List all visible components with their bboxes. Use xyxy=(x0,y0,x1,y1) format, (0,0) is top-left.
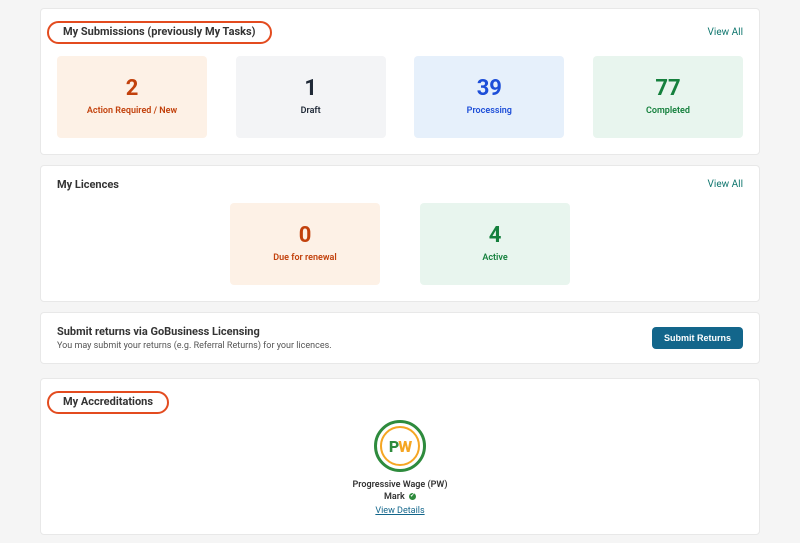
tile-label: Completed xyxy=(646,106,690,117)
tile-label: Processing xyxy=(467,106,512,117)
accreditations-title: My Accreditations xyxy=(63,395,153,408)
submissions-tiles: 2 Action Required / New 1 Draft 39 Proce… xyxy=(57,56,743,138)
licences-title: My Licences xyxy=(57,178,119,191)
licences-header: My Licences View All xyxy=(57,178,743,191)
returns-text: Submit returns via GoBusiness Licensing … xyxy=(57,325,332,351)
tile-due-renewal[interactable]: 0 Due for renewal xyxy=(230,203,380,285)
tile-count: 2 xyxy=(126,78,139,100)
returns-title: Submit returns via GoBusiness Licensing xyxy=(57,325,332,338)
submissions-panel: My Submissions (previously My Tasks) Vie… xyxy=(40,8,760,155)
accreditation-item: PW Progressive Wage (PW) Mark View Detai… xyxy=(57,420,743,516)
highlight-oval-submissions: My Submissions (previously My Tasks) xyxy=(47,21,272,44)
licences-panel: My Licences View All 0 Due for renewal 4… xyxy=(40,165,760,302)
accreditations-panel: My Accreditations PW Progressive Wage (P… xyxy=(40,378,760,535)
tile-draft[interactable]: 1 Draft xyxy=(236,56,386,138)
tile-action-required[interactable]: 2 Action Required / New xyxy=(57,56,207,138)
tile-count: 39 xyxy=(477,78,502,100)
highlight-oval-accreditations: My Accreditations xyxy=(47,391,169,414)
tile-count: 4 xyxy=(489,225,502,247)
tile-completed[interactable]: 77 Completed xyxy=(593,56,743,138)
pw-badge-text: PW xyxy=(389,437,411,456)
pw-mark-badge-icon: PW xyxy=(374,420,426,472)
tile-label: Draft xyxy=(301,106,321,117)
view-details-link[interactable]: View Details xyxy=(375,506,424,516)
tile-count: 1 xyxy=(304,78,317,100)
accreditation-name: Progressive Wage (PW) Mark xyxy=(352,480,447,503)
licences-view-all-link[interactable]: View All xyxy=(708,179,743,190)
tile-processing[interactable]: 39 Processing xyxy=(414,56,564,138)
tile-active[interactable]: 4 Active xyxy=(420,203,570,285)
submit-returns-button[interactable]: Submit Returns xyxy=(652,327,743,349)
tile-count: 77 xyxy=(655,78,680,100)
returns-subtitle: You may submit your returns (e.g. Referr… xyxy=(57,341,332,351)
tile-label: Action Required / New xyxy=(87,106,177,117)
tile-label: Active xyxy=(482,253,507,264)
tile-count: 0 xyxy=(299,225,312,247)
submissions-title: My Submissions (previously My Tasks) xyxy=(63,25,256,38)
verified-icon xyxy=(409,493,416,500)
submissions-header: My Submissions (previously My Tasks) Vie… xyxy=(57,21,743,44)
tile-label: Due for renewal xyxy=(273,253,336,264)
returns-panel: Submit returns via GoBusiness Licensing … xyxy=(40,312,760,364)
submissions-view-all-link[interactable]: View All xyxy=(708,27,743,38)
licences-tiles: 0 Due for renewal 4 Active xyxy=(57,203,743,285)
